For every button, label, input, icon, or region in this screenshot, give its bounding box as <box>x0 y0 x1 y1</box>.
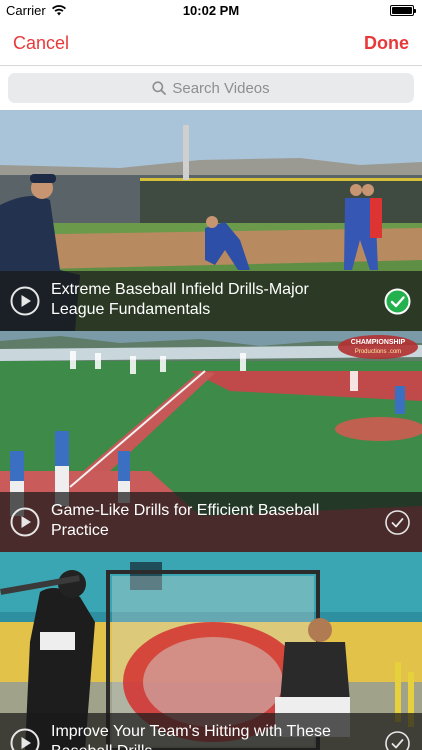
checkmark-circle-outline-icon[interactable] <box>384 730 411 750</box>
video-title: Extreme Baseball Infield Drills-Major Le… <box>51 281 309 318</box>
caption-bar: Extreme Baseball Infield Drills-Major Le… <box>0 271 422 331</box>
video-row[interactable]: CHAMPIONSHIP Productions .com Game-Like … <box>0 331 422 552</box>
cancel-button[interactable]: Cancel <box>13 33 69 54</box>
status-time: 10:02 PM <box>182 3 240 18</box>
video-row[interactable]: Improve Your Team's Hitting with These B… <box>0 552 422 750</box>
caption-bar: Improve Your Team's Hitting with These B… <box>0 713 422 750</box>
video-title: Improve Your Team's Hitting with These B… <box>51 723 331 750</box>
search-input[interactable]: Search Videos <box>8 73 414 103</box>
search-bar: Search Videos <box>0 66 422 110</box>
battery-icon <box>390 5 416 16</box>
video-title: Game-Like Drills for Efficient Baseball … <box>51 502 320 539</box>
thumbnail-watermark: CHAMPIONSHIP <box>351 339 406 346</box>
search-icon <box>152 81 167 95</box>
play-circle-icon[interactable] <box>10 728 40 750</box>
video-row[interactable]: Extreme Baseball Infield Drills-Major Le… <box>0 110 422 331</box>
svg-text:Productions .com: Productions .com <box>355 349 401 355</box>
done-button[interactable]: Done <box>364 33 409 54</box>
caption-bar: Game-Like Drills for Efficient Baseball … <box>0 492 422 552</box>
play-circle-icon[interactable] <box>10 286 40 316</box>
checkmark-circle-filled-icon[interactable] <box>384 288 411 315</box>
search-placeholder: Search Videos <box>172 79 270 97</box>
nav-bar: Cancel Done <box>0 22 422 66</box>
play-circle-icon[interactable] <box>10 507 40 537</box>
video-list[interactable]: Extreme Baseball Infield Drills-Major Le… <box>0 110 422 750</box>
status-bar: Carrier 10:02 PM <box>0 0 422 22</box>
checkmark-circle-outline-icon[interactable] <box>384 509 411 536</box>
